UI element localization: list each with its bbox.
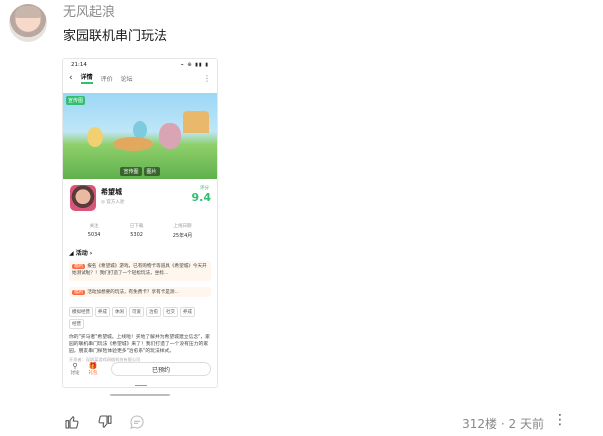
app-subtitle: ◎ 官方入驻 (101, 200, 125, 205)
app-header: 希望城 ◎ 官方入驻 评分 9.4 (63, 183, 217, 223)
tag-chip: 养成 (180, 307, 195, 317)
gift-label: 礼包 (88, 371, 98, 376)
tag-chip: 养成 (95, 307, 110, 317)
banner-character (87, 127, 103, 147)
banner-pills: 宣传图 图片 (63, 167, 217, 176)
phone-bottom-bar: ⚲ 讨论 🎁 礼包 已预约 (63, 359, 217, 379)
post-text: 家园联机串门玩法 (63, 29, 168, 44)
banner-character (159, 123, 181, 149)
attached-screenshot[interactable]: 21:14 ⌁ ⊕ ▮▮ ▮ ‹ 详情 评价 论坛 ⋮ 宣传图 宣传图 图片 希… (62, 58, 218, 388)
username[interactable]: 无风起浪 (63, 1, 115, 20)
comment-icon (130, 415, 144, 429)
reply-button[interactable] (128, 413, 146, 431)
thumbs-up-icon (65, 416, 79, 429)
tag-chips: 模拟经营 养成 休闲 可爱 治愈 社交 养成 经营 (63, 307, 217, 329)
stat-value: 25年4月 (172, 233, 193, 239)
stat-key: 上线日期 (173, 224, 192, 229)
stat-value: 5034 (87, 232, 101, 238)
game-banner: 宣传图 宣传图 图片 (63, 93, 217, 179)
thumbs-down-icon (98, 415, 112, 428)
event-badge: 福利 (72, 264, 86, 269)
banner-table (113, 137, 153, 151)
phone-tab-forum: 论坛 (120, 75, 133, 83)
event-card: 福利 报名《希望城》游戏，已有购物卡等道具《希望城》今天开始测试啦？！我们打造了一… (69, 261, 211, 281)
stat-item: 已下载 5302 (130, 223, 144, 239)
phone-nav: ‹ 详情 评价 论坛 ⋮ (63, 71, 217, 85)
phone-tab-details: 详情 (80, 72, 93, 84)
phone-time: 21:14 (71, 62, 87, 68)
dislike-button[interactable] (96, 413, 114, 431)
discuss-label: 讨论 (70, 371, 80, 376)
banner-tag: 宣传图 (66, 96, 86, 105)
floor-number: 312楼 (462, 417, 498, 431)
app-name: 希望城 (101, 188, 122, 196)
stat-key: 已下载 (129, 224, 144, 229)
tag-chip: 休闲 (112, 307, 127, 317)
tag-chip: 可爱 (129, 307, 144, 317)
post-time: 2 天前 (508, 417, 544, 431)
user-avatar[interactable] (9, 4, 47, 42)
event-text: 活动加想要的玩法，有免费卡？享有卡是测... (87, 290, 179, 295)
gift-icon: 🎁 (88, 362, 98, 370)
app-stats: 关注 5034 已下载 5302 上线日期 25年4月 (63, 223, 217, 239)
event-text: 报名《希望城》游戏，已有购物卡等道具《希望城》今天开始测试啦？！我们打造了一个轻… (72, 264, 207, 276)
tag-chip: 模拟经营 (69, 307, 93, 317)
tag-chip: 经营 (69, 319, 84, 329)
gift-button: 🎁 礼包 (87, 362, 99, 376)
post-meta: 312楼 · 2 天前 (462, 415, 544, 432)
event-badge: 福利 (72, 290, 86, 295)
app-icon (70, 185, 96, 211)
more-icon: ⋮ (203, 73, 211, 83)
app-score: 9.4 (191, 191, 212, 204)
tag-chip: 治愈 (146, 307, 161, 317)
stat-item: 关注 5034 (88, 223, 101, 239)
like-button[interactable] (63, 413, 81, 431)
banner-pill: 宣传图 (120, 167, 142, 176)
image-scroll-indicator (110, 394, 170, 396)
events-section-title: ◢ 活动 › (69, 250, 93, 257)
discuss-button: ⚲ 讨论 (69, 362, 81, 376)
phone-tab-reviews: 评价 (100, 75, 113, 83)
stat-key: 关注 (89, 224, 99, 229)
back-arrow-icon: ‹ (69, 73, 73, 83)
app-description: 你的"买马者"希望城。上线啦！买地了解并为希望城建立信念"，家园的联机串门玩法《… (69, 335, 210, 354)
tag-chip: 社交 (163, 307, 178, 317)
discuss-icon: ⚲ (72, 362, 78, 370)
home-indicator (135, 385, 147, 386)
banner-hut (183, 111, 209, 133)
reserved-button: 已预约 (111, 362, 211, 376)
banner-pill: 图片 (143, 167, 160, 176)
phone-status-bar: 21:14 ⌁ ⊕ ▮▮ ▮ (63, 59, 217, 71)
more-options-icon[interactable]: ⋮ (553, 413, 567, 427)
phone-status-icons: ⌁ ⊕ ▮▮ ▮ (180, 62, 209, 68)
meta-separator: · (500, 417, 505, 431)
stat-item: 上线日期 25年4月 (173, 223, 193, 239)
stat-value: 5302 (130, 232, 143, 238)
event-card: 福利 活动加想要的玩法，有免费卡？享有卡是测... (69, 287, 211, 297)
